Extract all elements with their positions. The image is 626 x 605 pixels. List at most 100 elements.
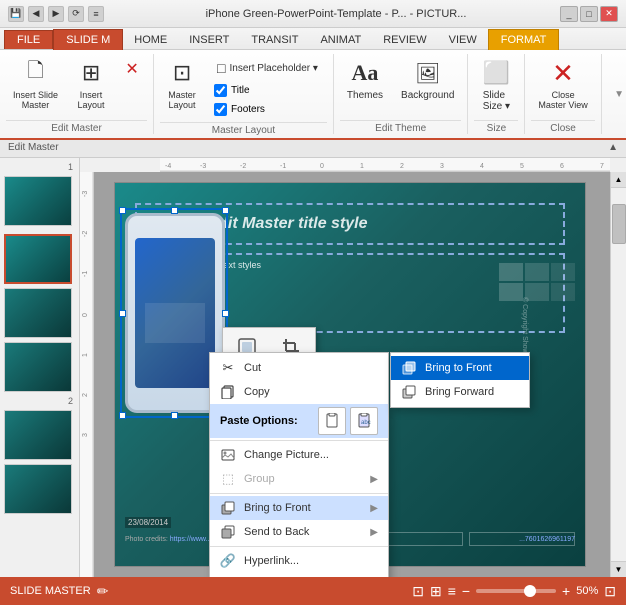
handle-bc[interactable] [171, 412, 178, 419]
ribbon-tabs: FILE SLIDE M HOME INSERT TRANSIT ANIMAT … [0, 28, 626, 50]
context-send-to-back[interactable]: Send to Back ▶ [210, 520, 388, 544]
close-master-view-button[interactable]: ✕ CloseMaster View [531, 54, 594, 114]
customize-icon[interactable]: ≡ [88, 6, 104, 22]
view-slide-sorter-icon[interactable]: ⊞ [430, 583, 442, 600]
context-upgrade-media: ▶ Upgrade Media Object [210, 573, 388, 577]
view-reading-icon[interactable]: ≡ [448, 583, 456, 599]
title-checkbox[interactable] [214, 84, 227, 97]
send-back-svg [221, 525, 235, 539]
tab-slide-master[interactable]: SLIDE M [53, 29, 123, 50]
scroll-down-button[interactable]: ▼ [611, 561, 626, 577]
svg-text:-3: -3 [200, 163, 206, 170]
zoom-slider[interactable] [476, 589, 556, 593]
canvas-area: Click to edit Master title style Click t… [94, 172, 626, 577]
save-icon[interactable]: 💾 [8, 6, 24, 22]
thumb-6 [551, 283, 575, 301]
scroll-up-button[interactable]: ▲ [611, 172, 626, 188]
minimize-button[interactable]: _ [560, 6, 578, 22]
slide-thumbnail-3[interactable] [4, 288, 72, 338]
submenu-bring-to-front: Bring to Front Bring Forward [390, 352, 530, 408]
window-controls: _ □ ✕ [560, 6, 618, 22]
tab-insert[interactable]: INSERT [178, 30, 240, 49]
insert-placeholder-button[interactable]: □ Insert Placeholder ▾ [210, 56, 325, 80]
title-bar: 💾 ◀ ▶ ⟳ ≡ iPhone Green-PowerPoint-Templa… [0, 0, 626, 28]
context-cut[interactable]: ✂ Cut [210, 356, 388, 380]
slide-size-button[interactable]: ⬜ SlideSize ▾ [474, 54, 518, 116]
insert-layout-label: InsertLayout [78, 90, 105, 110]
edit-master-label: Edit Master [6, 120, 147, 134]
handle-tl[interactable] [119, 207, 126, 214]
scrollbar-vertical: ▲ ▼ [610, 172, 626, 577]
zoom-level: 50% [576, 585, 598, 597]
context-bring-to-front[interactable]: Bring to Front ▶ [210, 496, 388, 520]
status-bar: SLIDE MASTER ✏ ⊡ ⊞ ≡ − + 50% ⊡ [0, 577, 626, 605]
paste-btn-1[interactable] [318, 407, 346, 435]
insert-placeholder-icon: □ [217, 60, 225, 76]
tab-file[interactable]: FILE [4, 30, 53, 49]
themes-button[interactable]: Aa Themes [340, 54, 390, 105]
sep-2 [210, 493, 388, 494]
ruler-v-svg: -3 -2 -1 0 1 2 3 [80, 172, 94, 577]
zoom-in-button[interactable]: + [562, 583, 570, 599]
context-hyperlink[interactable]: 🔗 Hyperlink... [210, 549, 388, 573]
context-change-picture[interactable]: Change Picture... [210, 443, 388, 467]
scroll-thumb[interactable] [612, 204, 626, 244]
tab-review[interactable]: REVIEW [372, 30, 437, 49]
slide-thumbnail-1[interactable] [4, 176, 72, 226]
undo-icon[interactable]: ◀ [28, 6, 44, 22]
footers-checkbox[interactable] [214, 103, 227, 116]
paste-btn-2[interactable]: abc [350, 407, 378, 435]
fit-slide-button[interactable]: ⊡ [604, 583, 616, 600]
ribbon-collapse-arrow[interactable]: ▲ [608, 142, 618, 155]
slide-view-icon[interactable]: ✏ [97, 583, 109, 600]
ribbon-group-close: ✕ CloseMaster View Close [525, 54, 601, 134]
zoom-thumb[interactable] [524, 585, 536, 597]
submenu-bring-forward-item[interactable]: Bring Forward [391, 380, 529, 404]
bring-to-front-label: Bring to Front [244, 502, 362, 514]
close-button[interactable]: ✕ [600, 6, 618, 22]
insert-layout-button[interactable]: ⊞ InsertLayout [69, 54, 113, 114]
size-buttons: ⬜ SlideSize ▾ [474, 54, 518, 118]
slide-size-icon: ⬜ [481, 58, 511, 88]
edit-theme-buttons: Aa Themes 🖼 Background [340, 54, 462, 118]
slide-thumbnail-6[interactable] [4, 464, 72, 514]
background-icon: 🖼 [413, 58, 443, 88]
redo-icon[interactable]: ▶ [48, 6, 64, 22]
ribbon-group-master-layout: ⊡ MasterLayout □ Insert Placeholder ▾ Ti… [154, 54, 334, 134]
background-button[interactable]: 🖼 Background [394, 54, 461, 105]
master-layout-button[interactable]: ⊡ MasterLayout [160, 54, 204, 114]
ribbon-scroll-down[interactable]: ▼ [614, 89, 624, 100]
handle-bl[interactable] [119, 412, 126, 419]
svg-text:6: 6 [560, 163, 564, 170]
url-text[interactable]: ...7601626961197 [519, 536, 575, 543]
zoom-out-button[interactable]: − [462, 583, 470, 599]
tab-home[interactable]: HOME [123, 30, 178, 49]
date-text: 23/08/2014 [125, 517, 171, 528]
slide-thumbnail-5[interactable] [4, 410, 72, 460]
tab-format[interactable]: FORMAT [488, 29, 560, 50]
svg-text:-1: -1 [82, 271, 89, 277]
change-picture-label: Change Picture... [244, 449, 378, 461]
context-copy[interactable]: Copy [210, 380, 388, 404]
tab-animations[interactable]: ANIMAT [309, 30, 372, 49]
svg-text:-4: -4 [165, 163, 171, 170]
submenu-bring-to-front-item[interactable]: Bring to Front [391, 356, 529, 380]
master-layout-icon: ⊡ [167, 58, 197, 88]
view-normal-icon[interactable]: ⊡ [412, 583, 424, 600]
slide-thumbnail-2[interactable] [4, 234, 72, 284]
tab-transitions[interactable]: TRANSIT [240, 30, 309, 49]
photo-credit-url[interactable]: https://www... [170, 536, 212, 543]
context-group: ⬚ Group ▶ [210, 467, 388, 491]
delete-button[interactable]: ✕ [117, 56, 147, 82]
restore-button[interactable]: □ [580, 6, 598, 22]
repeat-icon[interactable]: ⟳ [68, 6, 84, 22]
canvas-wrapper: -4 -3 -2 -1 0 1 2 3 4 5 6 7 -3 -2 [80, 158, 626, 577]
tab-view[interactable]: VIEW [438, 30, 488, 49]
hyperlink-icon: 🔗 [220, 553, 236, 569]
slide-thumbnail-4[interactable] [4, 342, 72, 392]
screen-content [135, 238, 215, 388]
canvas-row: -3 -2 -1 0 1 2 3 Click to edit Master ti… [80, 172, 626, 577]
insert-slide-master-button[interactable]: 🗋 Insert SlideMaster [6, 54, 65, 114]
copy-svg [221, 385, 235, 399]
context-menu: ✂ Cut Copy [209, 352, 389, 577]
